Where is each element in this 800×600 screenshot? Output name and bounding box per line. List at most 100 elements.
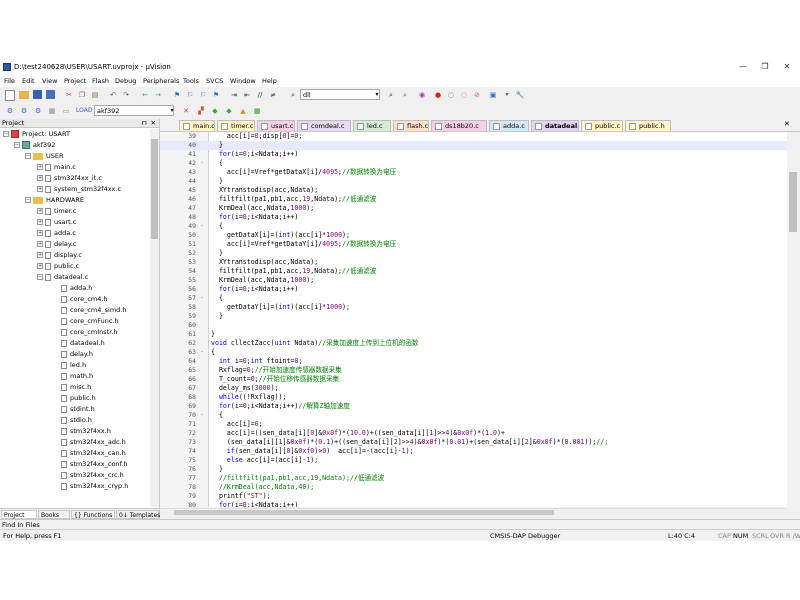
tab-templates[interactable]: 0↓ Templates [116,510,160,519]
code-line[interactable]: 76 } [160,465,787,474]
tree-header[interactable]: public.h [61,393,96,404]
menu-view[interactable]: View [42,76,57,87]
code-line[interactable]: 52 } [160,249,787,258]
stop-build-icon[interactable]: ▭ [61,106,71,116]
nav-forward-icon[interactable]: → [153,90,163,100]
editor-vscrollbar[interactable] [787,132,799,507]
editor-tab-timer-c[interactable]: timer.c [217,120,255,131]
code-line[interactable]: 68 while((!Rxflag)); [160,393,787,402]
find-dropdown-icon[interactable]: ▾ [372,90,382,100]
select-packs-icon[interactable]: ◆ [210,106,220,116]
scrollbar-thumb[interactable] [789,172,797,232]
code-line[interactable]: 67 delay_ms(3000); [160,384,787,393]
window-layout-icon[interactable]: ▣ [488,90,498,100]
code-line[interactable]: 46 filtfilt(pa1,pb1,acc,19,Ndata);//低通滤波 [160,195,787,204]
code-line[interactable]: 42- { [160,159,787,168]
find-in-files-icon[interactable]: ⌕ [288,90,298,100]
bookmark-icon[interactable]: ⚑ [172,90,182,100]
components-icon[interactable]: ▦ [252,106,262,116]
tree-file[interactable]: + display.c [37,250,82,261]
indent-icon[interactable]: ⇥ [229,90,239,100]
expand-icon[interactable]: + [37,175,43,181]
code-line[interactable]: 66 T_count=0;//开始位移传感器数据采集 [160,375,787,384]
editor-tab-usart-c[interactable]: usart.c [257,120,295,131]
nav-back-icon[interactable]: ← [140,90,150,100]
tab-project[interactable]: Project [1,510,37,519]
prev-bookmark-icon[interactable]: ⚐ [185,90,195,100]
tree-group-user[interactable]: − USER [25,151,64,162]
tree-header[interactable]: stdint.h [61,404,95,415]
code-line[interactable]: 45 XYtranstodisp(acc,Ndata); [160,186,787,195]
build-icon[interactable]: ⚙ [19,106,29,116]
fold-marker-icon[interactable]: - [199,412,205,418]
tree-header[interactable]: adda.h [61,283,92,294]
editor-tab-public-c[interactable]: public.c [581,120,623,131]
clear-bookmarks-icon[interactable]: ⚑ [211,90,221,100]
fold-marker-icon[interactable]: - [199,295,205,301]
tab-books[interactable]: Books [38,510,70,519]
expand-icon[interactable]: + [37,219,43,225]
code-line[interactable]: 43 acc[i]=Vref*getDataX[i]/4095;//数据转换为电… [160,168,787,177]
configure-icon[interactable]: 🔧 [515,90,525,100]
cut-icon[interactable]: ✂ [64,90,74,100]
editor-hscrollbar[interactable] [160,508,787,517]
code-line[interactable]: 39 acc[i]=0;disp[0]=0; [160,132,787,141]
menu-peripherals[interactable]: Peripherals [143,76,179,87]
collapse-icon[interactable]: − [25,197,31,203]
incremental-find-icon[interactable]: ⌕ [400,90,410,100]
expand-icon[interactable]: + [37,263,43,269]
code-line[interactable]: 65 Rxflag=0;//开始加速度传感器数据采集 [160,366,787,375]
tab-functions[interactable]: {} Functions [71,510,115,519]
code-line[interactable]: 44 } [160,177,787,186]
scrollbar-thumb[interactable] [151,139,158,239]
collapse-icon[interactable]: − [3,131,9,137]
editor-tab-ds18b20-c[interactable]: ds18b20.c [431,120,487,131]
target-select[interactable]: akf392 [94,105,174,116]
code-line[interactable]: 75 else acc[i]=(acc[i]-1); [160,456,787,465]
expand-icon[interactable]: + [37,230,43,236]
code-line[interactable]: 55 KrmDeal(acc,Ndata,1000); [160,276,787,285]
code-line[interactable]: 53 XYtranstodisp(acc,Ndata); [160,258,787,267]
target-dropdown-icon[interactable]: ▾ [167,106,177,116]
close-button[interactable]: ✕ [776,60,798,74]
editor-tab-public-h[interactable]: public.h [625,120,671,131]
menu-window[interactable]: Window [230,76,256,87]
find-in-files-bar[interactable]: Find In Files [0,519,800,529]
expand-icon[interactable]: + [37,208,43,214]
layout-dropdown-icon[interactable]: ▾ [502,90,512,100]
tree-header[interactable]: stm32f4xx_can.h [61,448,126,459]
code-line[interactable]: 58 getDataY[i]=(int)(acc[i]*1000); [160,303,787,312]
code-editor[interactable]: 39 acc[i]=0;disp[0]=0; 40 } 41 for(i=0;i<N… [160,132,787,507]
fold-marker-icon[interactable]: - [199,223,205,229]
tree-group-hardware[interactable]: − HARDWARE [25,195,84,206]
tree-header[interactable]: core_cmFunc.h [61,316,119,327]
tree-header[interactable]: stm32f4xx_cryp.h [61,481,128,492]
target-options-icon[interactable]: ✕ [181,106,191,116]
breakpoint-icon[interactable]: ● [433,90,443,100]
manage-run-time-icon[interactable]: ◆ [224,106,234,116]
tree-header[interactable]: core_cm4.h [61,294,108,305]
code-line[interactable]: 70- { [160,411,787,420]
code-line[interactable]: 77 //filtfilt(pa1,pb1,acc,19,Ndata);//低通… [160,474,787,483]
tree-header[interactable]: core_cmInstr.h [61,327,117,338]
pin-icon[interactable]: ⊓ [142,119,147,128]
copy-icon[interactable]: ❐ [77,90,87,100]
code-line[interactable]: 54 filtfilt(pa1,pb1,acc,19,Ndata);//低通滤波 [160,267,787,276]
editor-close-icon[interactable]: ✕ [784,120,790,128]
expand-icon[interactable]: + [37,186,43,192]
minimize-button[interactable]: — [732,60,754,74]
menu-tools[interactable]: Tools [183,76,199,87]
menu-flash[interactable]: Flash [92,76,109,87]
code-line[interactable]: 79 printf("ST"); [160,492,787,501]
menu-debug[interactable]: Debug [115,76,136,87]
collapse-icon[interactable]: − [25,153,31,159]
tree-header[interactable]: delay.h [61,349,93,360]
tree-project-root[interactable]: − Project: USART [3,129,70,140]
tree-header[interactable]: datadeal.h [61,338,105,349]
unindent-icon[interactable]: ⇤ [242,90,252,100]
new-file-icon[interactable] [5,90,15,101]
open-folder-icon[interactable] [19,91,29,99]
code-line[interactable]: 62 void cllectZacc(uint Ndata)//采集加速度上传到上… [160,339,787,348]
uncomment-icon[interactable]: ≠ [268,90,278,100]
code-line[interactable]: 80 for(i=0;i<Ndata;i++) [160,501,787,507]
